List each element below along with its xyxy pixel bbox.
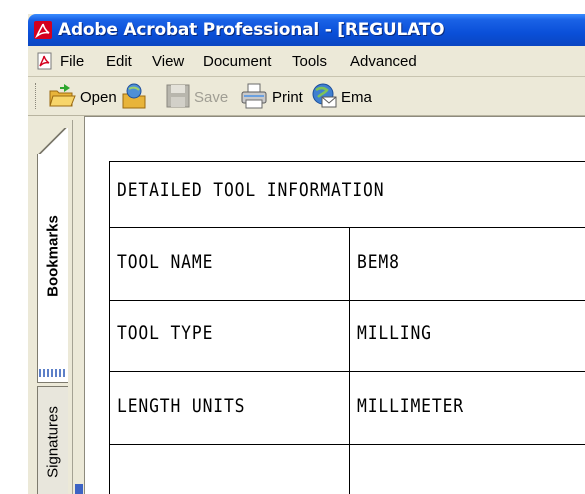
table-border-left <box>109 161 110 494</box>
table-divider <box>109 300 585 301</box>
tab-bookmarks-label: Bookmarks <box>44 214 62 297</box>
menu-document[interactable]: Document <box>203 53 271 70</box>
menu-bar: File Edit View Document Tools Advanced <box>28 46 585 77</box>
tab-corner <box>37 128 68 154</box>
document-page[interactable]: DETAILED TOOL INFORMATION TOOL NAME BEM8… <box>85 116 585 494</box>
save-label[interactable]: Save <box>194 89 228 106</box>
pdf-document-icon[interactable] <box>36 52 54 70</box>
open-folder-icon[interactable] <box>48 82 76 110</box>
row-label-tool-type: TOOL TYPE <box>117 322 214 344</box>
tab-signatures-label: Signatures <box>44 406 62 478</box>
print-label[interactable]: Print <box>272 89 303 106</box>
open-label[interactable]: Open <box>80 89 117 106</box>
tab-signatures[interactable]: Signatures <box>37 386 68 494</box>
table-heading: DETAILED TOOL INFORMATION <box>117 179 385 201</box>
row-value-tool-name: BEM8 <box>357 251 400 273</box>
row-value-tool-type: MILLING <box>357 322 432 344</box>
table-divider <box>109 444 585 445</box>
organizer-icon[interactable] <box>120 82 148 110</box>
content-area: Bookmarks Signatures DETAILED TOOL INFOR… <box>28 116 585 494</box>
window-title: Adobe Acrobat Professional - [REGULATO <box>58 20 445 40</box>
menu-edit[interactable]: Edit <box>106 53 132 70</box>
navigation-pane: Bookmarks Signatures <box>28 116 85 494</box>
save-disk-icon[interactable] <box>164 82 192 110</box>
acrobat-window: Adobe Acrobat Professional - [REGULATO F… <box>28 14 585 494</box>
menu-file[interactable]: File <box>60 53 84 70</box>
acrobat-icon <box>34 21 52 39</box>
menu-advanced[interactable]: Advanced <box>350 53 417 70</box>
row-label-length-units: LENGTH UNITS <box>117 395 246 417</box>
row-value-length-units: MILLIMETER <box>357 395 464 417</box>
table-border-top <box>109 161 585 162</box>
email-label[interactable]: Ema <box>341 89 372 106</box>
menu-view[interactable]: View <box>152 53 184 70</box>
pane-resize-handle[interactable] <box>75 484 83 494</box>
table-column-divider <box>349 227 350 494</box>
tab-separator <box>39 369 66 377</box>
table-divider <box>109 371 585 372</box>
toolbar: Open Save Print Ema <box>28 77 585 116</box>
title-bar[interactable]: Adobe Acrobat Professional - [REGULATO <box>28 14 585 46</box>
table-divider <box>109 227 585 228</box>
row-label-tool-name: TOOL NAME <box>117 251 214 273</box>
email-icon[interactable] <box>310 82 338 110</box>
tool-info-table: DETAILED TOOL INFORMATION TOOL NAME BEM8… <box>109 161 585 494</box>
printer-icon[interactable] <box>240 82 268 110</box>
menu-tools[interactable]: Tools <box>292 53 327 70</box>
toolbar-grip[interactable] <box>35 83 39 109</box>
tab-bookmarks[interactable]: Bookmarks <box>37 128 68 383</box>
